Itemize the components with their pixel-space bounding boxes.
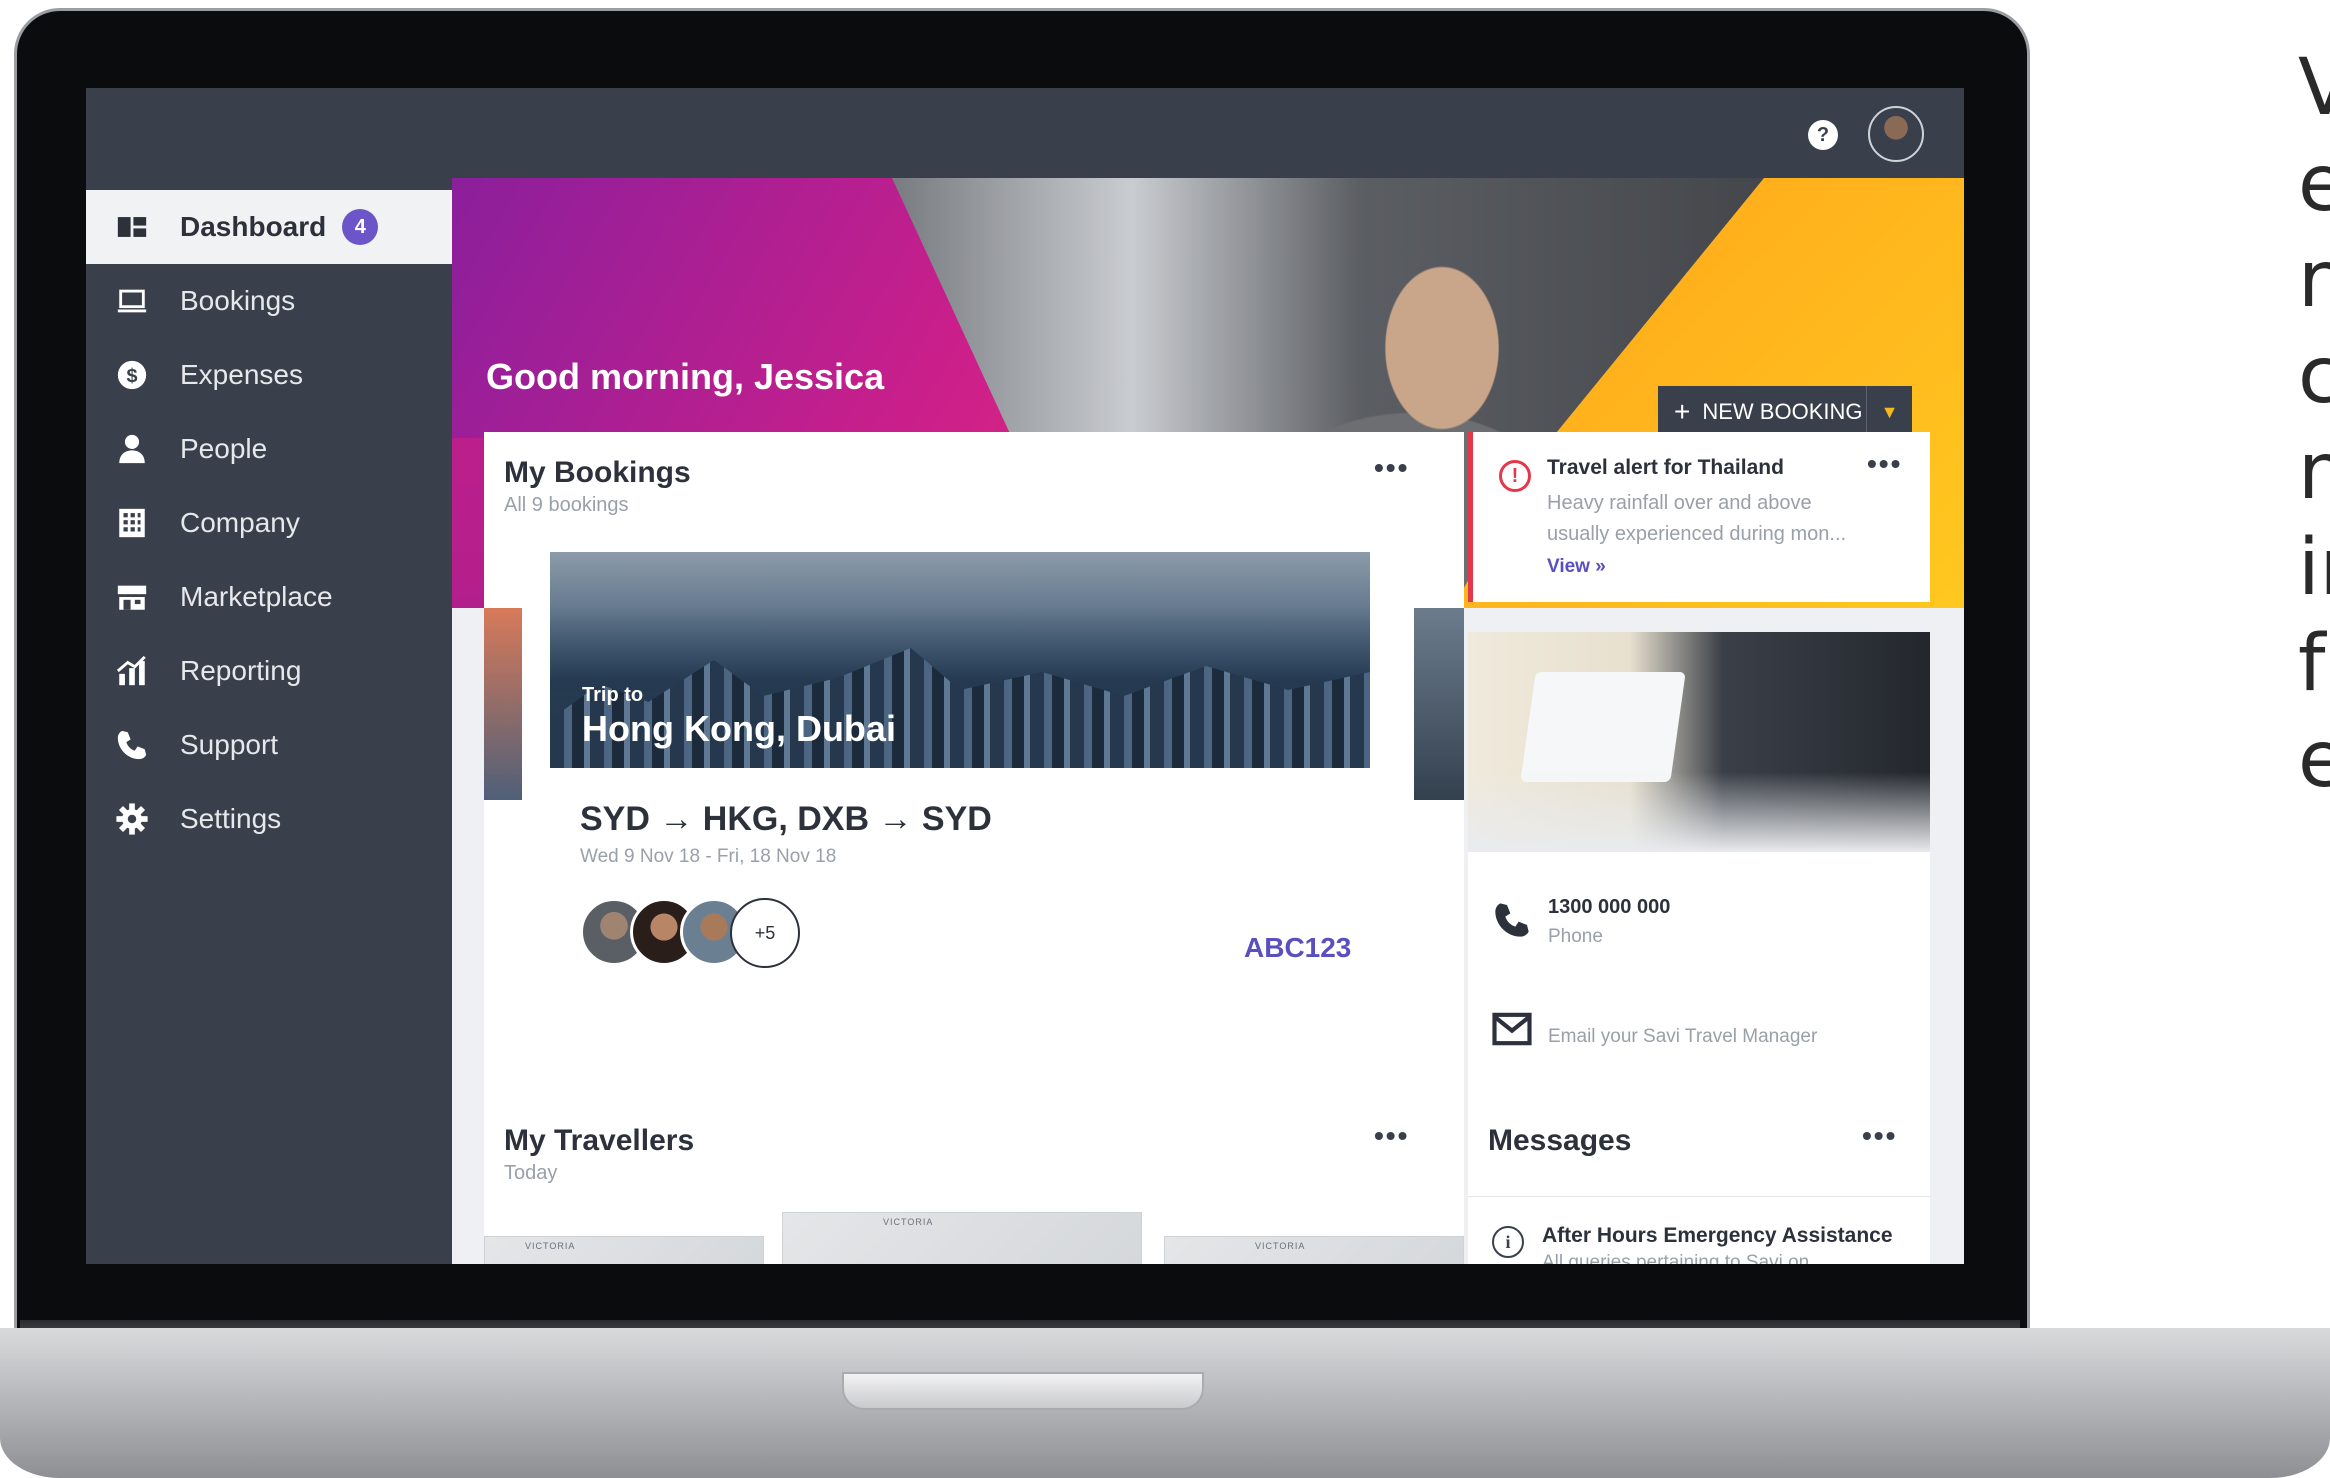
side-text-line: n (2298, 427, 2330, 517)
sidebar-item-reporting[interactable]: Reporting (86, 634, 452, 708)
sidebar-item-bookings[interactable]: Bookings (86, 264, 452, 338)
sidebar-item-label: Bookings (180, 285, 296, 316)
bookings-card: My Bookings All 9 bookings ••• Trip to H… (484, 432, 1464, 1158)
new-booking-button[interactable]: + NEW BOOKING ▼ (1658, 386, 1912, 438)
plus-icon: + (1674, 396, 1691, 427)
sidebar-item-label: Marketplace (180, 581, 333, 612)
more-options-icon[interactable]: ••• (1867, 448, 1902, 480)
phone-icon[interactable] (1492, 900, 1532, 940)
person-icon (114, 431, 150, 467)
sidebar-item-settings[interactable]: Settings (86, 782, 452, 856)
sidebar-item-label: Support (180, 729, 279, 760)
notification-badge: 4 (342, 209, 379, 245)
more-travellers-badge: +5 (730, 898, 800, 968)
user-avatar[interactable] (1868, 106, 1924, 162)
side-text-line: c (2298, 331, 2330, 421)
sidebar-item-label: Company (180, 507, 300, 538)
card-subtitle: All 9 bookings (504, 494, 629, 516)
sidebar: Dashboard 4 Bookings $ Expenses People C… (86, 178, 452, 1264)
card-title: Messages (1488, 1124, 1632, 1157)
side-text-line: r (2298, 235, 2330, 325)
phone-icon (114, 727, 150, 763)
booking-reference[interactable]: ABC123 (1244, 932, 1351, 964)
traveller-map[interactable]: VICTORIA (782, 1212, 1142, 1264)
messages-card: Messages ••• i After Hours Emergency Ass… (1468, 1100, 1930, 1264)
alert-view-link[interactable]: View » (1547, 556, 1606, 578)
dollar-icon: $ (114, 357, 150, 393)
alert-icon: ! (1499, 460, 1531, 492)
svg-text:$: $ (126, 365, 137, 387)
more-options-icon[interactable]: ••• (1374, 1120, 1409, 1152)
trip-destination: Hong Kong, Dubai (582, 708, 896, 749)
side-text-line: V (2298, 43, 2330, 133)
map-label: VICTORIA (525, 1241, 576, 1251)
side-marketing-text: V e r c n ir f e (2298, 40, 2330, 808)
side-text-line: f (2298, 619, 2326, 709)
sidebar-item-label: Dashboard (180, 211, 327, 242)
trip-dates: Wed 9 Nov 18 - Fri, 18 Nov 18 (580, 846, 837, 867)
traveller-map[interactable]: VICTORIA (1164, 1236, 1464, 1264)
map-label: VICTORIA (883, 1217, 934, 1227)
laptop-icon (114, 283, 150, 319)
contact-photo-fade (1468, 772, 1930, 852)
phone-label: Phone (1548, 926, 1603, 947)
phone-number[interactable]: 1300 000 000 (1548, 896, 1670, 919)
divider (1468, 1196, 1930, 1197)
mail-icon[interactable] (1492, 1012, 1532, 1046)
more-options-icon[interactable]: ••• (1862, 1120, 1897, 1152)
message-title[interactable]: After Hours Emergency Assistance (1542, 1224, 1893, 1248)
greeting-title: Good morning, Jessica (486, 356, 885, 397)
new-booking-label: NEW BOOKING (1702, 399, 1863, 424)
map-label: VICTORIA (1255, 1241, 1306, 1251)
alert-body-line: Heavy rainfall over and above (1547, 492, 1812, 514)
contact-photo-laptop (1520, 672, 1686, 782)
trip-label: Trip to (582, 684, 644, 706)
laptop-notch (842, 1372, 1204, 1410)
store-icon (114, 579, 150, 615)
side-text-line: e (2298, 715, 2330, 805)
gear-icon (114, 801, 150, 837)
sidebar-item-label: Expenses (180, 359, 303, 390)
message-body: All queries pertaining to Savi on (1542, 1252, 1810, 1264)
app-screen: ? Dashboard 4 Bookings $ Expenses People… (86, 88, 1964, 1264)
info-icon: i (1492, 1226, 1524, 1258)
side-text-line: e (2298, 139, 2330, 229)
traveller-avatars[interactable]: +5 (580, 898, 800, 972)
sidebar-item-support[interactable]: Support (86, 708, 452, 782)
alert-body-line: usually experienced during mon... (1547, 523, 1847, 545)
alert-title: Travel alert for Thailand (1547, 456, 1784, 479)
alert-body: Heavy rainfall over and above usually ex… (1547, 488, 1887, 550)
next-trip-photo[interactable] (1414, 608, 1464, 800)
sidebar-item-label: Settings (180, 803, 282, 834)
chart-icon (114, 653, 150, 689)
help-icon[interactable]: ? (1808, 120, 1838, 150)
sidebar-item-marketplace[interactable]: Marketplace (86, 560, 452, 634)
sidebar-item-expenses[interactable]: $ Expenses (86, 338, 452, 412)
top-bar: ? (86, 88, 1964, 178)
dashboard-icon (114, 209, 150, 245)
building-icon (114, 505, 150, 541)
card-title: My Bookings (504, 456, 691, 489)
sidebar-item-dashboard[interactable]: Dashboard 4 (86, 190, 452, 264)
email-manager-link[interactable]: Email your Savi Travel Manager (1548, 1026, 1817, 1048)
travel-alert-card: ! Travel alert for Thailand ••• Heavy ra… (1468, 432, 1930, 602)
traveller-map[interactable]: VICTORIA (484, 1236, 764, 1264)
chevron-down-icon[interactable]: ▼ (1866, 386, 1912, 438)
sidebar-item-people[interactable]: People (86, 412, 452, 486)
contact-photo (1468, 632, 1930, 852)
travellers-card: My Travellers Today ••• VICTORIA VICTORI… (484, 1100, 1464, 1264)
previous-trip-photo[interactable] (484, 608, 522, 800)
sidebar-item-label: People (180, 433, 268, 464)
travel-manager-card: 1300 000 000 Phone Email your Savi Trave… (1468, 632, 1930, 1158)
card-title: My Travellers (504, 1124, 695, 1157)
sidebar-item-label: Reporting (180, 655, 302, 686)
side-text-line: ir (2298, 523, 2330, 613)
more-options-icon[interactable]: ••• (1374, 452, 1409, 484)
card-subtitle: Today (504, 1162, 558, 1184)
sidebar-item-company[interactable]: Company (86, 486, 452, 560)
trip-route: SYD → HKG, DXB → SYD (580, 800, 992, 838)
